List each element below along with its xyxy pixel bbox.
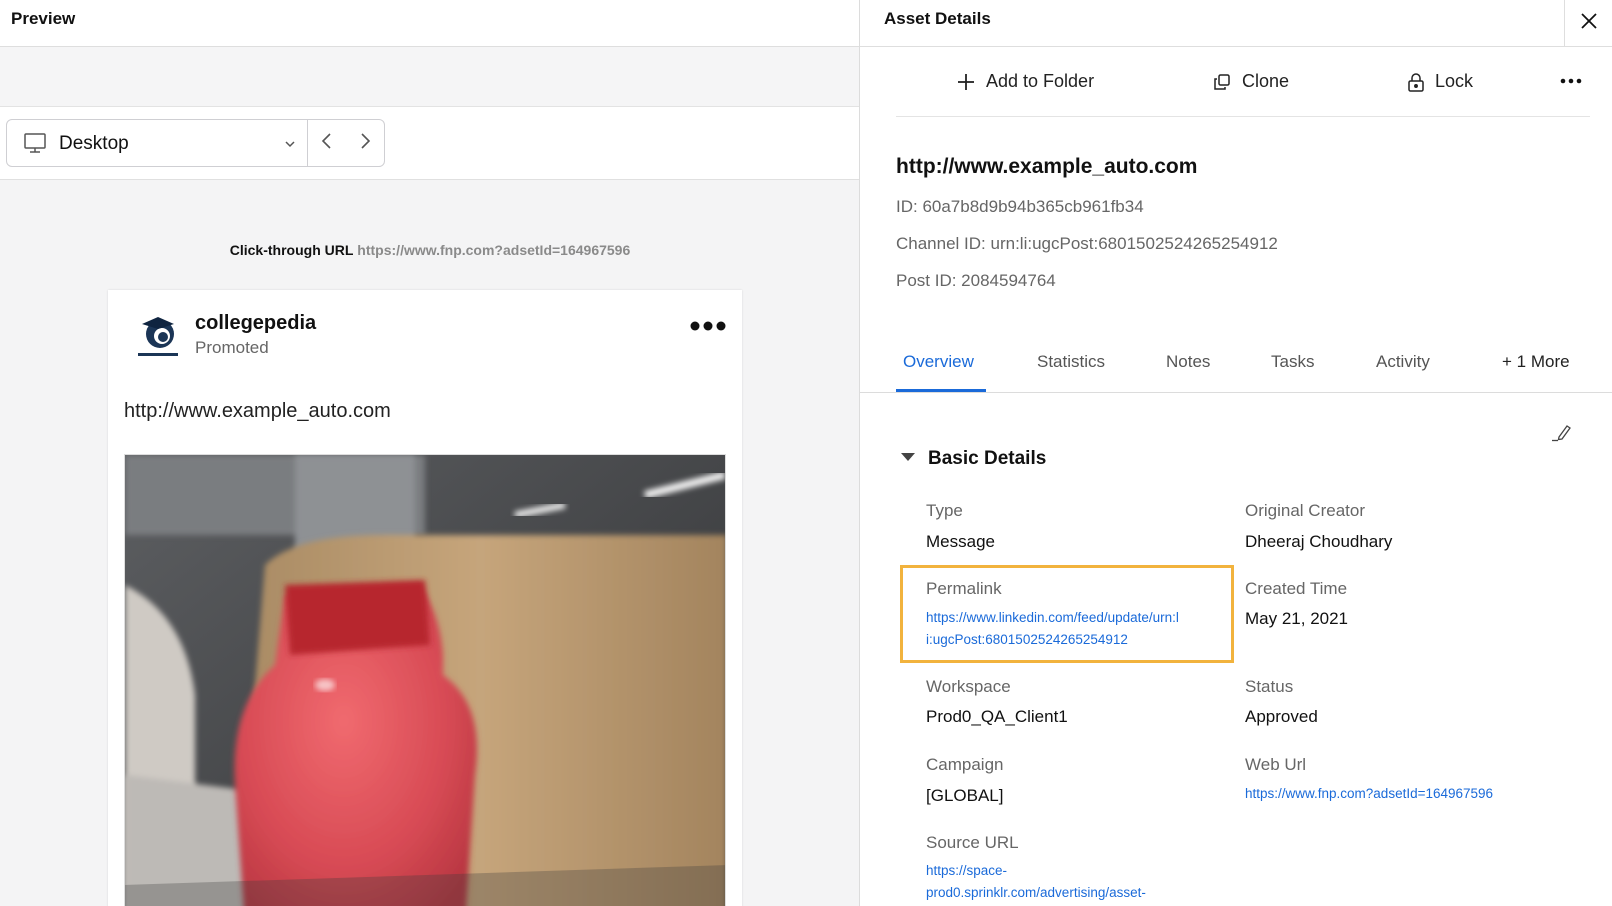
more-horizontal-icon: [1560, 78, 1582, 95]
tab-notes[interactable]: Notes: [1166, 352, 1210, 372]
preview-pane: Preview Desktop Click-through URL https:…: [0, 0, 860, 906]
asset-id: ID: 60a7b8d9b94b365cb961fb34: [896, 197, 1144, 216]
tab-activity[interactable]: Activity: [1376, 352, 1430, 372]
details-header: Asset Details: [860, 0, 1612, 47]
details-tabs: Overview Statistics Notes Tasks Activity…: [860, 336, 1612, 393]
status-label: Status: [1245, 677, 1294, 696]
source-url-link[interactable]: https://space- prod0.sprinklr.com/advert…: [926, 860, 1146, 904]
post-id: Post ID: 2084594764: [896, 271, 1056, 290]
chevron-left-icon: [320, 131, 334, 156]
asset-details-pane: Asset Details Add to Folder Clone Lock h…: [860, 0, 1612, 906]
post-author[interactable]: collegepedia: [195, 312, 316, 335]
avatar: [136, 312, 180, 360]
tab-statistics[interactable]: Statistics: [1037, 352, 1105, 372]
permalink-link-line-1: https://www.linkedin.com/feed/update/urn…: [926, 610, 1179, 625]
post-text: http://www.example_auto.com: [124, 400, 391, 422]
triangle-down-icon: [900, 450, 916, 468]
device-control-group: Desktop: [6, 119, 385, 167]
add-to-folder-button[interactable]: Add to Folder: [956, 71, 1094, 92]
source-url-label: Source URL: [926, 833, 1019, 852]
lock-label: Lock: [1435, 71, 1474, 91]
tab-tasks[interactable]: Tasks: [1271, 352, 1314, 372]
created-time-value: May 21, 2021: [1245, 609, 1349, 628]
type-value: Message: [926, 532, 995, 551]
web-url-label: Web Url: [1245, 755, 1307, 774]
clone-icon: [1212, 72, 1232, 92]
preview-toolbar-strip: [0, 47, 859, 107]
source-url-line-2: prod0.sprinklr.com/advertising/asset-: [926, 885, 1146, 900]
active-tab-indicator: [896, 389, 986, 392]
campaign-label: Campaign: [926, 755, 1004, 774]
details-title: Asset Details: [884, 9, 991, 28]
original-creator-label: Original Creator: [1245, 501, 1365, 520]
post-preview-card: collegepedia Promoted http://www.example…: [108, 290, 742, 906]
click-through-url: Click-through URL https://www.fnp.com?ad…: [0, 242, 859, 258]
device-dropdown-value: Desktop: [59, 133, 129, 154]
more-options-button[interactable]: [1560, 71, 1582, 96]
source-url-line-1: https://space-: [926, 863, 1008, 878]
workspace-value: Prod0_QA_Client1: [926, 707, 1068, 726]
status-value: Approved: [1245, 707, 1318, 726]
clone-button[interactable]: Clone: [1212, 71, 1289, 92]
created-time-label: Created Time: [1245, 579, 1348, 598]
post-media-image: [124, 454, 726, 906]
previous-button[interactable]: [308, 120, 346, 166]
post-promoted-label: Promoted: [195, 338, 269, 357]
more-horizontal-icon[interactable]: [690, 318, 726, 336]
lock-icon: [1407, 72, 1425, 92]
campaign-value: [GLOBAL]: [926, 786, 1004, 805]
permalink-label: Permalink: [926, 579, 1002, 598]
basic-details-toggle[interactable]: Basic Details: [900, 448, 1046, 470]
permalink-link-line-2: i:ugcPost:6801502524265254912: [926, 632, 1128, 647]
web-url-link[interactable]: https://www.fnp.com?adsetId=164967596: [1245, 783, 1493, 805]
click-through-label: Click-through URL: [229, 242, 354, 258]
permalink-link[interactable]: https://www.linkedin.com/feed/update/urn…: [926, 607, 1179, 651]
close-icon: [1580, 12, 1598, 35]
channel-id: Channel ID: urn:li:ugcPost:6801502524265…: [896, 234, 1278, 253]
workspace-label: Workspace: [926, 677, 1011, 696]
section-title: Basic Details: [928, 448, 1047, 469]
edit-details-button[interactable]: [1550, 422, 1572, 447]
pencil-icon: [1550, 425, 1572, 446]
clone-label: Clone: [1242, 71, 1290, 91]
tab-more[interactable]: + 1 More: [1502, 352, 1570, 372]
plus-icon: [956, 72, 976, 92]
click-through-link[interactable]: https://www.fnp.com?adsetId=164967596: [357, 242, 630, 258]
preview-title: Preview: [11, 9, 76, 28]
lock-button[interactable]: Lock: [1407, 71, 1473, 92]
add-to-folder-label: Add to Folder: [986, 71, 1095, 91]
chevron-down-icon: [283, 137, 297, 156]
close-button[interactable]: [1564, 0, 1612, 47]
asset-action-bar: Add to Folder Clone Lock: [896, 47, 1590, 117]
next-button[interactable]: [346, 120, 384, 166]
chevron-right-icon: [358, 131, 372, 156]
type-label: Type: [926, 501, 963, 520]
device-dropdown[interactable]: Desktop: [7, 120, 309, 166]
original-creator-value: Dheeraj Choudhary: [1245, 532, 1393, 551]
preview-header: Preview: [0, 0, 859, 47]
monitor-icon: [23, 131, 47, 160]
asset-name: http://www.example_auto.com: [896, 155, 1198, 178]
device-bar: Desktop: [0, 107, 859, 180]
tab-overview[interactable]: Overview: [903, 352, 974, 372]
